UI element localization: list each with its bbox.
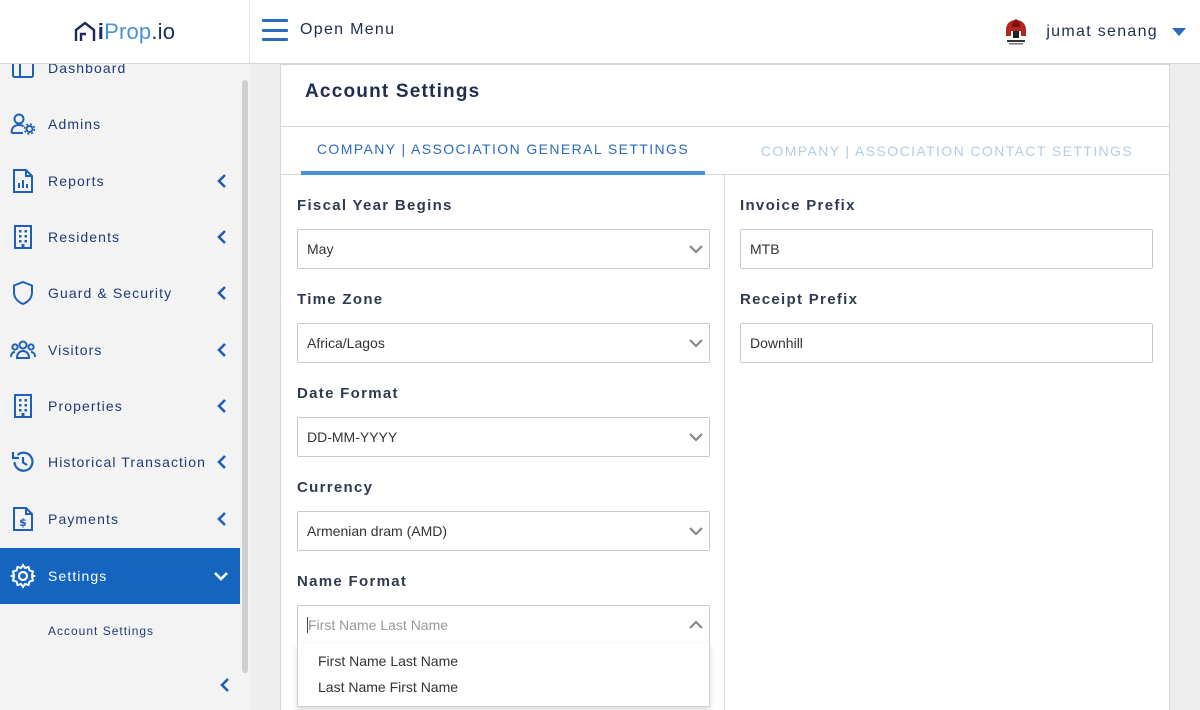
sidebar-item-settings[interactable]: Settings (0, 548, 240, 604)
sidebar-item-label: Settings (48, 568, 108, 584)
sidebar-item-visitors[interactable]: Visitors (0, 322, 240, 378)
chevron-left-icon (217, 343, 226, 357)
dropdown-option[interactable]: Last Name First Name (318, 679, 458, 695)
open-menu-label: Open Menu (300, 21, 396, 38)
logo-text-prop: Prop (104, 19, 152, 44)
currency-value: Armenian dram (AMD) (307, 523, 448, 539)
building-icon (10, 393, 36, 419)
user-name: jumat senang (1046, 23, 1158, 40)
date-format-label: Date Format (297, 385, 399, 402)
chevron-left-icon (217, 286, 226, 300)
chevron-left-icon (217, 399, 226, 413)
name-format-label: Name Format (297, 573, 408, 590)
sidebar-item-admins[interactable]: Admins (0, 96, 240, 152)
invoice-prefix-value: MTB (750, 241, 780, 257)
building-icon (10, 224, 36, 250)
logo-house-icon (74, 21, 95, 41)
column-divider (724, 175, 725, 710)
history-icon (10, 449, 36, 475)
collapse-sidebar-button[interactable] (216, 674, 234, 696)
sidebar: Dashboard Admins Reports Residents Guard… (0, 64, 250, 710)
user-menu[interactable]: jumat senang (1002, 18, 1186, 46)
users-icon (10, 337, 36, 363)
time-zone-label: Time Zone (297, 291, 384, 308)
chevron-left-icon (217, 174, 226, 188)
settings-tabs: COMPANY | ASSOCIATION GENERAL SETTINGS C… (281, 126, 1169, 175)
chevron-left-icon (217, 512, 226, 526)
sidebar-item-label: Historical Transaction (48, 454, 207, 470)
sidebar-item-label: Admins (48, 116, 102, 132)
time-zone-value: Africa/Lagos (307, 335, 385, 351)
sidebar-item-guard-security[interactable]: Guard & Security (0, 265, 240, 321)
receipt-prefix-input[interactable]: Downhill (740, 323, 1153, 363)
sidebar-item-label: Visitors (48, 342, 103, 358)
receipt-prefix-value: Downhill (750, 335, 803, 351)
caret-down-icon[interactable] (1172, 28, 1186, 36)
fiscal-year-label: Fiscal Year Begins (297, 197, 453, 214)
logo-text-io: .io (151, 19, 176, 44)
sidebar-item-label: Residents (48, 229, 121, 245)
svg-text:$: $ (19, 516, 27, 529)
chevron-down-icon (689, 527, 703, 536)
sidebar-item-label: Properties (48, 398, 123, 414)
avatar[interactable] (1002, 18, 1030, 46)
sidebar-item-reports[interactable]: Reports (0, 153, 240, 209)
sidebar-item-dashboard[interactable]: Dashboard (0, 64, 240, 96)
sidebar-item-properties[interactable]: Properties (0, 378, 240, 434)
dropdown-option[interactable]: First Name Last Name (318, 653, 458, 669)
shield-icon (10, 280, 36, 306)
logo[interactable]: i Prop .io (74, 19, 175, 45)
sidebar-scrollbar[interactable] (242, 80, 248, 673)
chevron-down-icon (689, 339, 703, 348)
fiscal-year-select[interactable]: May (297, 229, 710, 269)
name-format-select[interactable]: First Name Last Name (297, 605, 710, 645)
dashboard-icon (10, 64, 36, 81)
admin-gear-icon (10, 111, 36, 137)
top-bar: i Prop .io Open Menu jumat senang (0, 0, 1200, 64)
chevron-down-icon (214, 572, 228, 581)
chevron-left-icon (217, 455, 226, 469)
open-menu-button[interactable]: Open Menu (262, 19, 395, 41)
name-format-dropdown: First Name Last Name Last Name First Nam… (297, 643, 710, 707)
tab-general-settings[interactable]: COMPANY | ASSOCIATION GENERAL SETTINGS (301, 127, 705, 175)
sidebar-item-label: Guard & Security (48, 285, 173, 301)
fiscal-year-value: May (307, 241, 334, 257)
time-zone-select[interactable]: Africa/Lagos (297, 323, 710, 363)
page-title: Account Settings (305, 81, 481, 102)
account-settings-card: Account Settings COMPANY | ASSOCIATION G… (280, 64, 1170, 710)
gear-icon (10, 563, 36, 589)
chevron-up-icon (689, 620, 703, 629)
date-format-select[interactable]: DD-MM-YYYY (297, 417, 710, 457)
logo-area: i Prop .io (0, 0, 250, 64)
spartan-helmet-icon (1006, 19, 1027, 45)
sidebar-item-label: Payments (48, 511, 120, 527)
sidebar-item-residents[interactable]: Residents (0, 209, 240, 265)
currency-select[interactable]: Armenian dram (AMD) (297, 511, 710, 551)
chevron-down-icon (689, 433, 703, 442)
invoice-prefix-input[interactable]: MTB (740, 229, 1153, 269)
currency-label: Currency (297, 479, 374, 496)
chevron-down-icon (689, 245, 703, 254)
sidebar-subitem-label: Account Settings (48, 624, 155, 638)
name-format-placeholder: First Name Last Name (308, 617, 449, 633)
sidebar-subitem-account-settings[interactable]: Account Settings (0, 604, 240, 658)
invoice-prefix-label: Invoice Prefix (740, 197, 856, 214)
sidebar-item-payments[interactable]: $ Payments (0, 491, 240, 547)
invoice-dollar-icon: $ (10, 506, 36, 532)
chevron-left-icon (220, 678, 229, 692)
date-format-value: DD-MM-YYYY (307, 429, 398, 445)
sidebar-item-label: Reports (48, 173, 105, 189)
report-icon (10, 168, 36, 194)
hamburger-icon (262, 19, 288, 41)
sidebar-item-label: Dashboard (48, 64, 127, 76)
receipt-prefix-label: Receipt Prefix (740, 291, 859, 308)
tab-contact-settings[interactable]: COMPANY | ASSOCIATION CONTACT SETTINGS (747, 127, 1147, 175)
sidebar-item-historical-transaction[interactable]: Historical Transaction (0, 434, 240, 490)
chevron-left-icon (217, 230, 226, 244)
